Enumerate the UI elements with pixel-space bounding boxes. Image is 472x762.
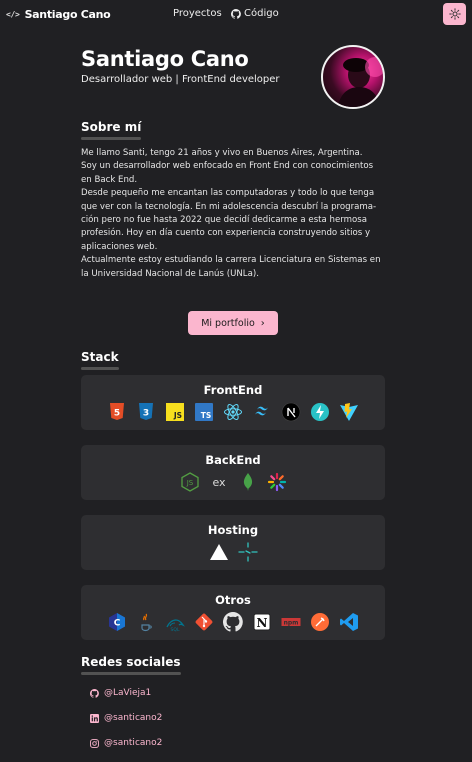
stack-icons	[81, 542, 385, 562]
chevron-right-icon: ›	[260, 317, 265, 329]
github-icon	[223, 612, 243, 632]
github-icon	[231, 8, 241, 19]
nextjs-icon	[281, 402, 301, 422]
about-line: en Back End.	[81, 174, 138, 185]
vercel-icon	[209, 542, 229, 562]
brand-link[interactable]: </> Santiago Cano	[6, 8, 111, 21]
navbar: </> Santiago Cano Proyectos Código	[0, 0, 472, 28]
vscode-icon	[339, 612, 359, 632]
about-line: ción pero no fue hasta 2022 que decidí d…	[81, 215, 368, 226]
stack-card-title: FrontEnd	[203, 383, 263, 397]
stack-card-title: BackEnd	[205, 453, 261, 467]
svg-text:3: 3	[143, 409, 149, 419]
about-line: la Universidad Nacional de Lanús (UNLa).	[81, 268, 259, 279]
sun-icon	[448, 8, 461, 20]
social-link-label: @santicano2	[104, 713, 163, 723]
profile-role: Desarrollador web | FrontEnd developer	[81, 74, 280, 85]
stack-card-hosting: Hosting	[81, 515, 385, 570]
about-line: que ver con la tecnología. En mi adolesc…	[81, 201, 377, 212]
stack-icons: JS ex	[81, 472, 385, 492]
social-heading: Redes sociales	[81, 655, 181, 675]
about-heading: Sobre mí	[81, 120, 142, 140]
svg-text:ex: ex	[212, 476, 226, 489]
avatar	[321, 45, 385, 109]
about-line: Me llamo Santi, tengo 21 años y vivo en …	[81, 148, 363, 158]
svg-text:npm: npm	[284, 620, 299, 627]
git-icon	[194, 612, 214, 632]
javascript-icon: JS	[165, 402, 185, 422]
typescript-icon: TS	[194, 402, 214, 422]
nav-link-label: Código	[244, 8, 279, 19]
svg-text:N: N	[257, 616, 268, 630]
stack-card-otros: Otros C SQL N npm	[81, 585, 385, 640]
express-icon: ex	[209, 472, 229, 492]
stack-card-backend: BackEnd JS ex	[81, 445, 385, 500]
nodejs-icon: JS	[180, 472, 200, 492]
mysql-icon: SQL	[165, 612, 185, 632]
mongodb-icon	[238, 472, 258, 492]
astro-icon	[310, 402, 330, 422]
social-link-instagram[interactable]: @santicano2	[90, 738, 162, 748]
instagram-icon	[90, 738, 99, 748]
tailwind-icon	[252, 402, 272, 422]
stack-icons: 5 3 JS TS	[81, 402, 385, 422]
avatar-photo	[337, 57, 383, 107]
notion-icon: N	[252, 612, 272, 632]
svg-text:JS: JS	[185, 479, 193, 487]
netlify-icon	[237, 542, 258, 562]
code-icon: </>	[6, 10, 20, 19]
github-icon	[90, 688, 99, 698]
c-icon: C	[107, 612, 127, 632]
nestjs-icon	[267, 472, 287, 492]
portfolio-button[interactable]: Mi portfolio ›	[188, 311, 278, 335]
svg-text:5: 5	[114, 409, 120, 419]
postman-icon	[310, 612, 330, 632]
css3-icon: 3	[136, 402, 156, 422]
social-link-linkedin[interactable]: @santicano2	[90, 713, 162, 723]
social-link-github[interactable]: @LaVieja1	[90, 688, 151, 698]
npm-icon: npm	[281, 612, 301, 632]
html5-icon: 5	[107, 402, 127, 422]
profile-name: Santiago Cano	[81, 47, 249, 71]
about-text: Me llamo Santi, tengo 21 años y vivo en …	[81, 147, 386, 281]
nav-link-proyectos[interactable]: Proyectos	[173, 8, 222, 19]
stack-card-title: Hosting	[207, 523, 259, 537]
stack-card-title: Otros	[215, 593, 251, 607]
linkedin-icon	[90, 713, 99, 723]
about-line: profesión. Hoy en día cuento con experie…	[81, 228, 371, 239]
stack-card-frontend: FrontEnd 5 3 JS TS	[81, 375, 385, 430]
about-line: Desde pequeño me encantan las computador…	[81, 188, 375, 199]
svg-text:SQL: SQL	[171, 627, 180, 632]
about-line: Actualmente estoy estudiando la carrera …	[81, 255, 381, 266]
nav-link-label: Proyectos	[173, 8, 222, 19]
stack-heading: Stack	[81, 350, 119, 370]
svg-text:C: C	[114, 619, 121, 629]
react-icon	[223, 402, 243, 422]
about-line: Soy un desarrollador web enfocado en Fro…	[81, 161, 374, 172]
social-link-label: @santicano2	[104, 738, 163, 748]
portfolio-button-label: Mi portfolio	[201, 317, 255, 329]
java-icon	[136, 612, 156, 632]
brand-name: Santiago Cano	[24, 8, 111, 21]
about-line: aplicaciones web.	[81, 241, 158, 252]
social-link-label: @LaVieja1	[104, 688, 152, 698]
stack-icons: C SQL N npm	[81, 612, 385, 632]
nav-link-codigo[interactable]: Código	[231, 8, 279, 19]
theme-toggle-button[interactable]	[443, 3, 466, 25]
svg-text:TS: TS	[201, 411, 212, 420]
vite-icon	[339, 402, 359, 422]
svg-text:JS: JS	[173, 411, 182, 420]
